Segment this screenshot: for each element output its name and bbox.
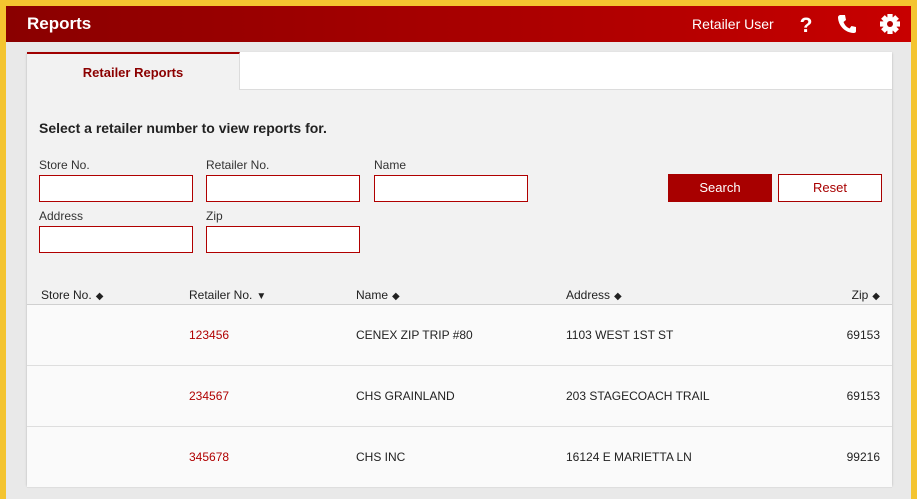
table-row: 123456 CENEX ZIP TRIP #80 1103 WEST 1ST …: [27, 305, 892, 366]
column-header-label: Retailer No.: [189, 288, 253, 302]
address-cell: 1103 WEST 1ST ST: [566, 328, 674, 342]
zip-input[interactable]: [206, 226, 360, 253]
column-header-name[interactable]: Name ◆: [356, 288, 400, 302]
column-header-label: Name: [356, 288, 389, 302]
sort-both-icon: ◆: [872, 291, 880, 302]
name-input[interactable]: [374, 175, 528, 202]
retailer-no-link[interactable]: 123456: [189, 328, 229, 342]
sort-both-icon: ◆: [614, 291, 622, 302]
name-label: Name: [374, 158, 407, 172]
column-header-label: Address: [566, 288, 611, 302]
column-header-store-no[interactable]: Store No. ◆: [41, 288, 103, 302]
table-row: 234567 CHS GRAINLAND 203 STAGECOACH TRAI…: [27, 366, 892, 427]
retailer-no-label: Retailer No.: [206, 158, 270, 172]
instructions-heading: Select a retailer number to view reports…: [39, 120, 327, 136]
tab-retailer-reports[interactable]: Retailer Reports: [27, 52, 240, 90]
user-menu[interactable]: Retailer User: [692, 16, 774, 32]
reset-button[interactable]: Reset: [778, 174, 882, 202]
column-header-label: Zip: [851, 288, 869, 302]
column-header-address[interactable]: Address ◆: [566, 288, 622, 302]
zip-cell: 69153: [846, 389, 880, 403]
name-cell: CHS GRAINLAND: [356, 389, 455, 403]
address-label: Address: [39, 209, 84, 223]
search-button[interactable]: Search: [668, 174, 772, 202]
app-title: Reports: [27, 14, 92, 33]
store-no-input[interactable]: [39, 175, 193, 202]
zip-cell: 69153: [846, 328, 880, 342]
name-cell: CENEX ZIP TRIP #80: [356, 328, 473, 342]
name-cell: CHS INC: [356, 450, 406, 464]
table-row: 345678 CHS INC 16124 E MARIETTA LN 99216: [27, 427, 892, 488]
retailer-no-link[interactable]: 345678: [189, 450, 229, 464]
column-header-retailer-no[interactable]: Retailer No. ▼: [189, 288, 266, 302]
help-icon[interactable]: ?: [795, 13, 817, 35]
sort-both-icon: ◆: [392, 291, 400, 302]
phone-icon[interactable]: [836, 13, 858, 35]
gear-icon[interactable]: [879, 13, 901, 35]
column-header-label: Store No.: [41, 288, 92, 302]
sort-descending-icon: ▼: [256, 291, 267, 302]
address-cell: 203 STAGECOACH TRAIL: [566, 389, 710, 403]
reports-panel: Retailer Reports Select a retailer numbe…: [27, 52, 892, 488]
address-input[interactable]: [39, 226, 193, 253]
tab-strip: Retailer Reports: [27, 52, 892, 90]
retailer-no-link[interactable]: 234567: [189, 389, 229, 403]
zip-label: Zip: [206, 209, 223, 223]
sort-both-icon: ◆: [95, 291, 104, 302]
store-no-label: Store No.: [39, 158, 90, 172]
address-cell: 16124 E MARIETTA LN: [566, 450, 692, 464]
column-header-zip[interactable]: Zip ◆: [852, 288, 880, 302]
zip-cell: 99216: [846, 450, 880, 464]
top-bar: Reports Retailer User ?: [6, 6, 911, 42]
app-frame: Reports Retailer User ? Retailer Reports…: [6, 6, 911, 499]
svg-text:?: ?: [800, 14, 813, 35]
retailer-no-input[interactable]: [206, 175, 360, 202]
